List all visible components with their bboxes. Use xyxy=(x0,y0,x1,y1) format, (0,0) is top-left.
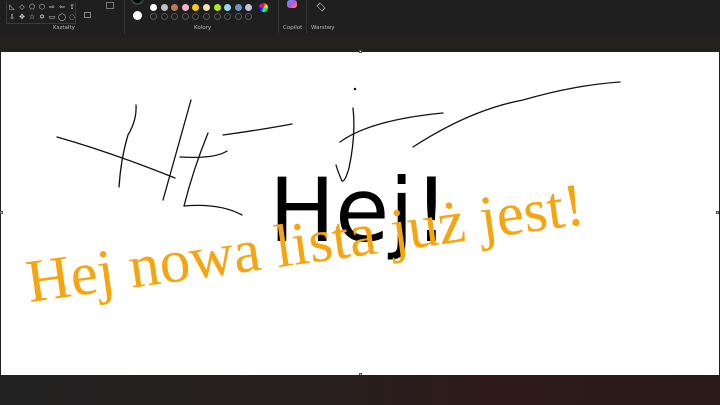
drawing-canvas[interactable]: Hej! Hej nowa lista już jest! xyxy=(1,52,719,375)
scribble-stroke xyxy=(183,204,243,216)
shape-tool-13[interactable]: ◌ xyxy=(67,12,77,22)
palette-color-swatch[interactable] xyxy=(192,4,200,11)
palette-color-swatch[interactable] xyxy=(245,4,253,11)
shape-tool-3[interactable]: ⬡ xyxy=(37,2,47,12)
custom-color-slot[interactable] xyxy=(181,13,189,20)
shape-outline-icon[interactable] xyxy=(106,2,114,9)
scribble-stroke xyxy=(412,81,621,148)
custom-color-slot[interactable] xyxy=(150,13,157,20)
shape-tool-12[interactable]: ◯ xyxy=(57,12,67,22)
scribble-stroke xyxy=(179,150,228,159)
scribble-stroke xyxy=(162,99,192,201)
shape-fill-icon[interactable] xyxy=(84,12,91,18)
resize-handle-top[interactable] xyxy=(359,50,362,53)
palette-color-swatch[interactable] xyxy=(160,4,168,11)
scribble-stroke xyxy=(118,104,137,188)
scribble-dot xyxy=(353,87,357,91)
scribble-stroke xyxy=(56,136,176,179)
secondary-color-swatch[interactable] xyxy=(133,11,142,20)
palette-color-swatch[interactable] xyxy=(150,4,157,11)
custom-color-slot[interactable] xyxy=(234,13,242,20)
shape-tool-5[interactable]: ⇦ xyxy=(57,2,67,12)
group-label-copilot: Copilot xyxy=(283,25,303,31)
palette-color-swatch[interactable] xyxy=(203,4,210,11)
palette-color-swatch[interactable] xyxy=(213,4,221,11)
workspace-bottom xyxy=(0,375,720,405)
copilot-icon[interactable] xyxy=(287,0,297,8)
custom-color-slot[interactable] xyxy=(203,13,210,20)
shape-tool-7[interactable]: ⇩ xyxy=(7,12,17,22)
primary-color-swatch[interactable] xyxy=(131,0,144,5)
custom-color-slot[interactable] xyxy=(160,13,168,20)
palette-color-swatch[interactable] xyxy=(234,4,242,11)
custom-color-slot[interactable] xyxy=(171,13,179,20)
scribble-stroke xyxy=(222,123,293,136)
shape-tool-11[interactable]: ▭ xyxy=(47,12,57,22)
shape-tool-4[interactable]: ⇨ xyxy=(47,2,57,12)
shape-tool-6[interactable]: ⇧ xyxy=(67,2,77,12)
custom-color-slot[interactable] xyxy=(213,13,221,20)
layers-icon[interactable] xyxy=(316,2,326,12)
shape-tool-8[interactable]: ✥ xyxy=(17,12,27,22)
custom-color-slot[interactable] xyxy=(192,13,200,20)
ribbon-toolbar: ◺ ◇ ⬠ ⬡ ⇨ ⇦ ⇧ ⇩ ✥ ☆ ✡ ▭ ◯ ◌ Kształty Kolory Copilot W… xyxy=(0,0,720,36)
shape-tool-0[interactable]: ◺ xyxy=(7,2,17,12)
palette-color-swatch[interactable] xyxy=(224,4,232,11)
shapes-gallery[interactable]: ◺ ◇ ⬠ ⬡ ⇨ ⇦ ⇧ ⇩ ✥ ☆ ✡ ▭ ◯ ◌ xyxy=(6,2,76,24)
shape-tool-2[interactable]: ⬠ xyxy=(27,2,37,12)
group-label-shapes: Kształty xyxy=(53,25,75,31)
edit-colors-icon[interactable] xyxy=(259,3,268,12)
scribble-stroke xyxy=(183,132,209,207)
group-label-layers: Warstwy xyxy=(311,25,335,31)
shape-tool-10[interactable]: ✡ xyxy=(37,12,47,22)
group-label-colors: Kolory xyxy=(194,25,212,31)
resize-handle-right[interactable] xyxy=(716,211,719,214)
palette-color-swatch[interactable] xyxy=(171,4,179,11)
custom-color-slot[interactable] xyxy=(224,13,232,20)
custom-color-slot[interactable] xyxy=(245,13,253,20)
resize-handle-left[interactable] xyxy=(0,211,3,214)
shape-tool-1[interactable]: ◇ xyxy=(17,2,27,12)
shape-tool-9[interactable]: ☆ xyxy=(27,12,37,22)
palette-color-swatch[interactable] xyxy=(181,4,189,11)
